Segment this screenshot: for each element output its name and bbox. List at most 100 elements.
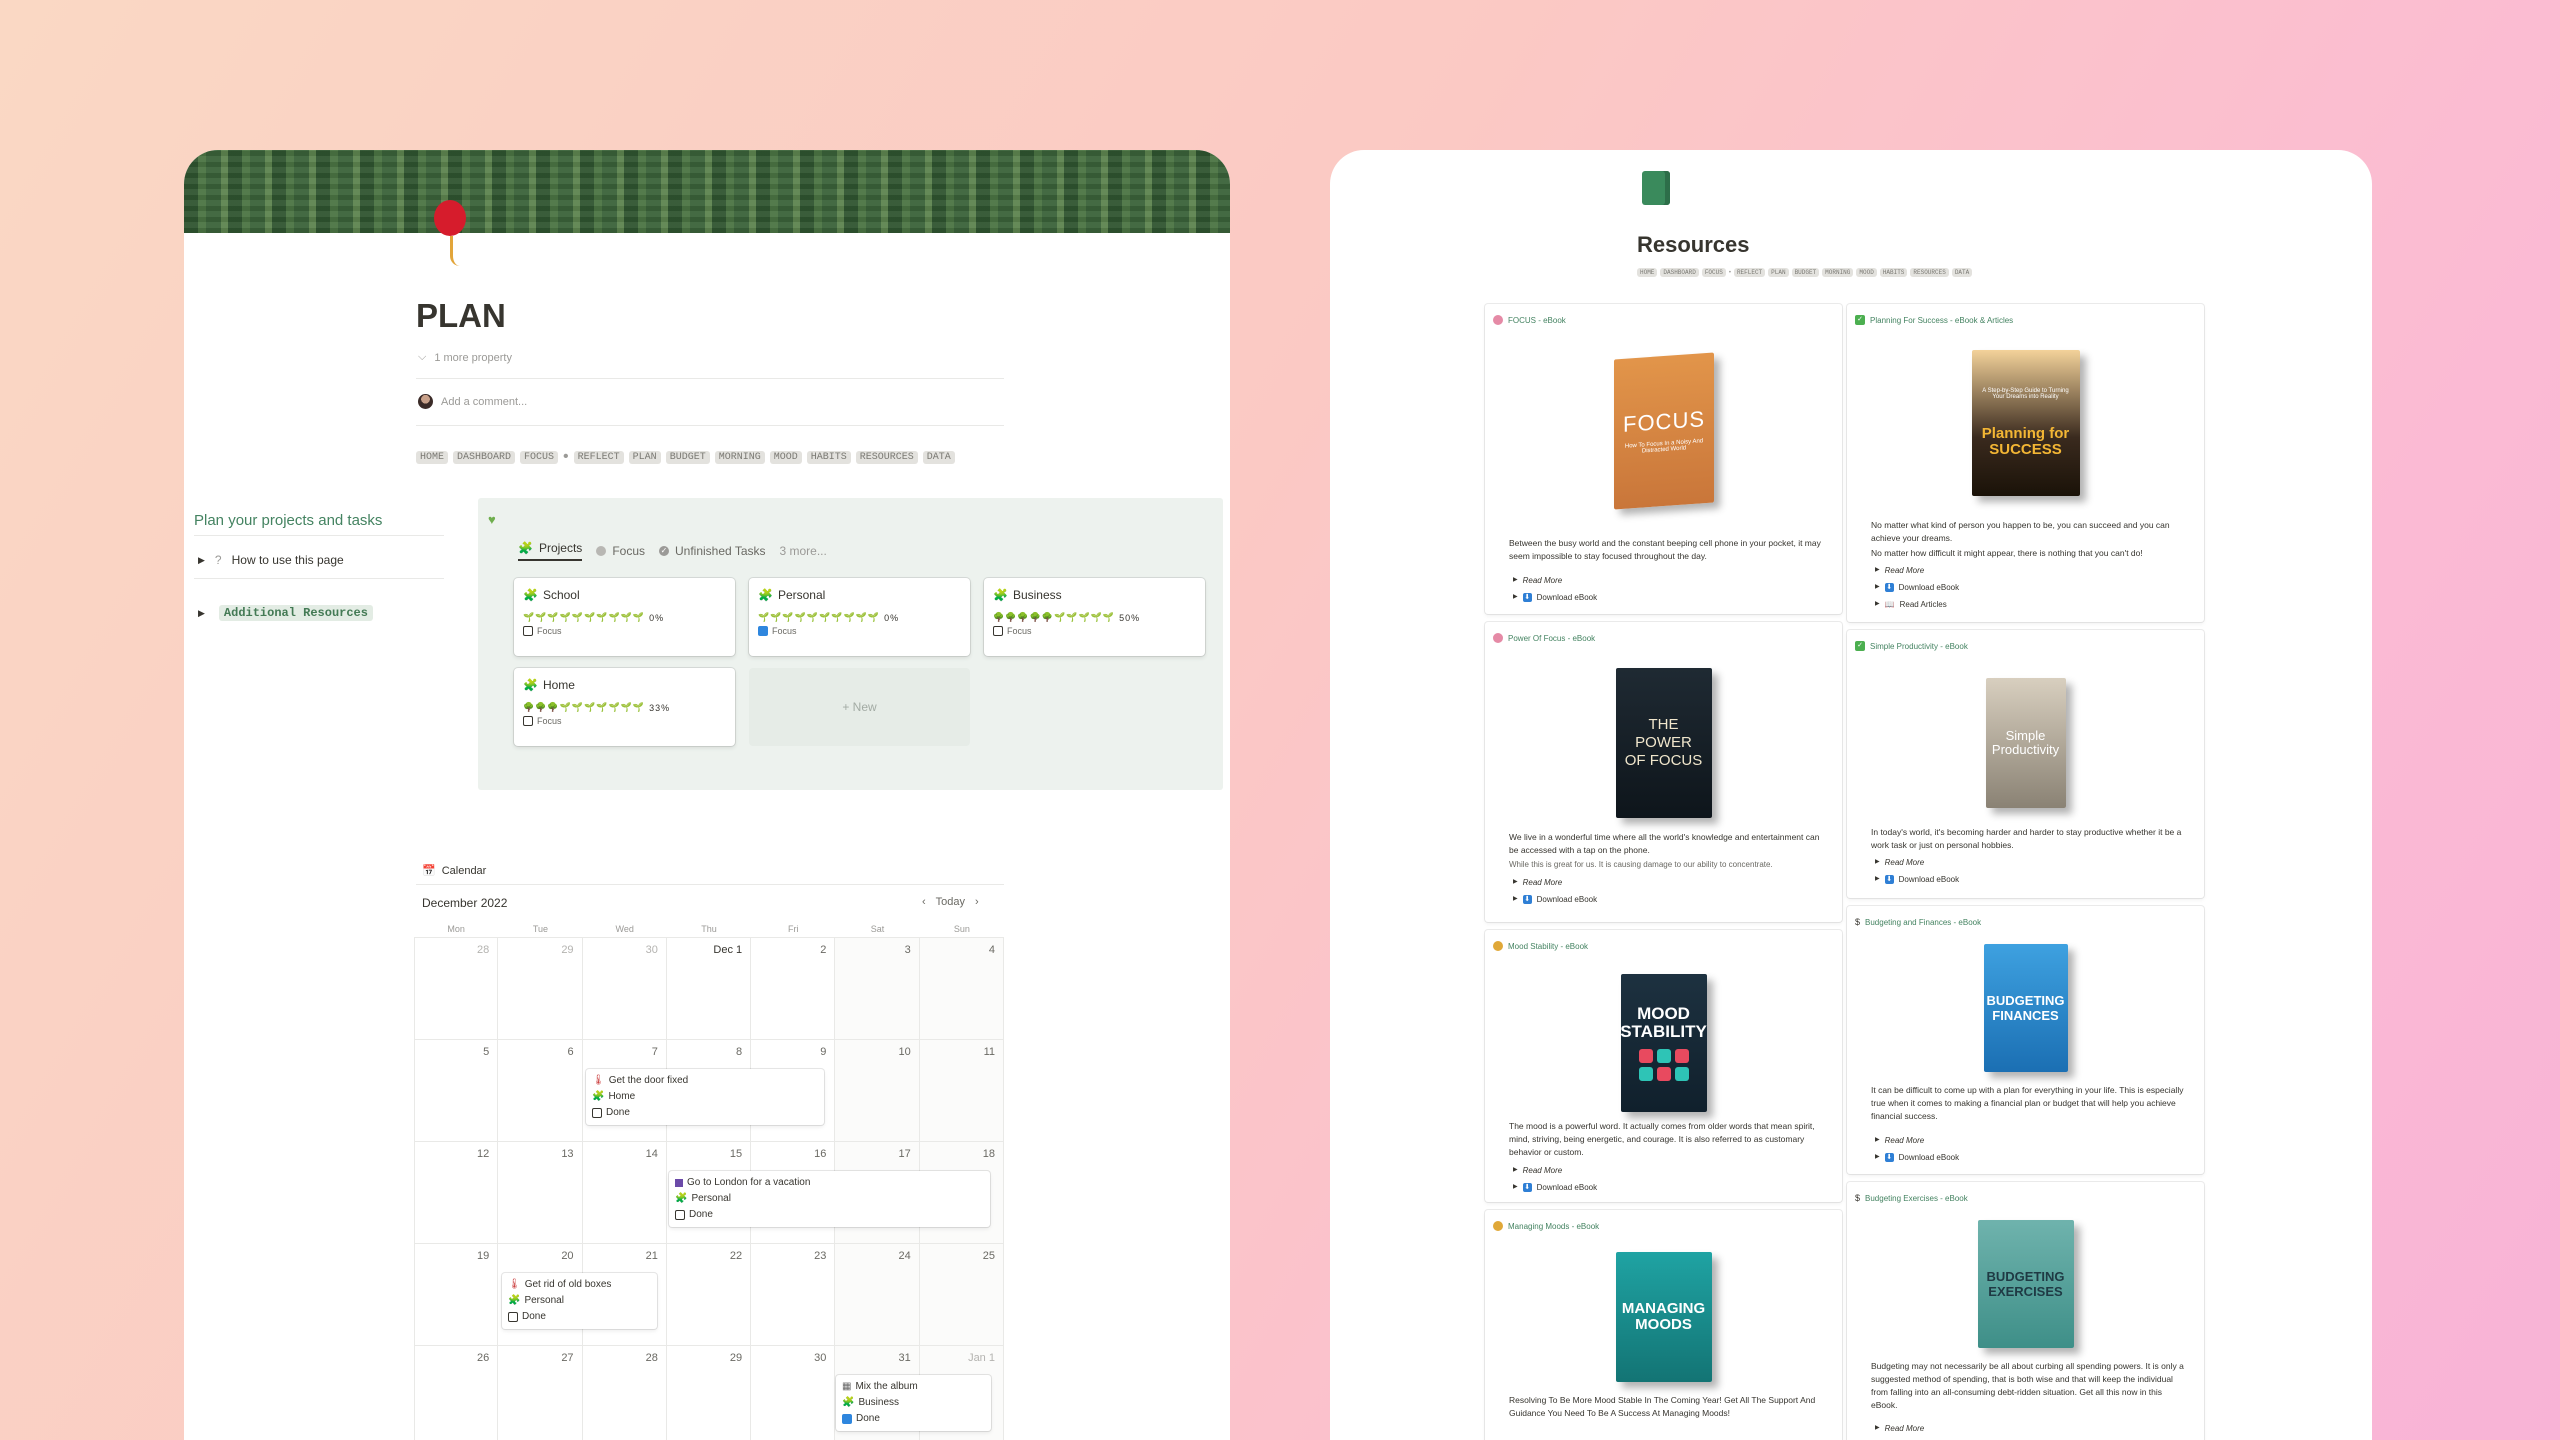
today-button[interactable]: Today [936, 896, 965, 908]
nav-habits[interactable]: HABITS [806, 450, 851, 464]
calendar-day-cell[interactable]: Dec 1 [666, 938, 752, 1040]
additional-resources-toggle[interactable]: ▶ Additional Resources [198, 605, 373, 621]
resource-card[interactable]: $ Budgeting Exercises - eBook BUDGETING E… [1847, 1182, 2204, 1440]
calendar-day-cell[interactable]: 24 [835, 1244, 920, 1346]
read-more-toggle[interactable]: ▶ Read More [1513, 874, 1597, 891]
resource-card[interactable]: ✓ Simple Productivity - eBook Simple Prod… [1847, 630, 2204, 898]
calendar-day-cell[interactable]: 4 [919, 938, 1004, 1040]
focus-checkbox[interactable] [758, 626, 768, 636]
nav-habits[interactable]: HABITS [1879, 268, 1908, 277]
calendar-day-cell[interactable]: 22 [666, 1244, 752, 1346]
nav-reflect[interactable]: REFLECT [573, 450, 624, 464]
done-checkbox[interactable] [508, 1312, 518, 1322]
project-card-business[interactable]: 🧩 Business 🌳🌳🌳🌳🌳🌱🌱🌱🌱🌱 50% Focus [984, 578, 1205, 656]
calendar-day-cell[interactable]: 23 [751, 1244, 836, 1346]
nav-home[interactable]: HOME [416, 450, 449, 464]
nav-focus[interactable]: FOCUS [520, 450, 559, 464]
project-card-school[interactable]: 🧩 School 🌱🌱🌱🌱🌱🌱🌱🌱🌱🌱 0% Focus [514, 578, 735, 656]
resource-card[interactable]: Mood Stability - eBook MOOD STABILITY Th… [1485, 930, 1842, 1202]
resource-card[interactable]: Power Of Focus - eBook THE POWER OF FOCU… [1485, 622, 1842, 922]
nav-data[interactable]: DATA [1951, 268, 1973, 277]
comment-input[interactable]: Add a comment... [441, 396, 527, 408]
calendar-view-tab[interactable]: 📅 Calendar [422, 864, 486, 878]
download-ebook-toggle[interactable]: ▶ ⬇ Download eBook [1875, 1149, 1959, 1166]
nav-plan[interactable]: PLAN [1768, 268, 1789, 277]
read-more-toggle[interactable]: ▶ Read More [1875, 1420, 1924, 1437]
focus-checkbox[interactable] [523, 626, 533, 636]
calendar-day-cell[interactable]: 28 [583, 1346, 667, 1440]
nav-mood[interactable]: MOOD [769, 450, 802, 464]
calendar-day-cell[interactable]: 10 [835, 1040, 920, 1142]
download-ebook-toggle[interactable]: ▶ ⬇ Download eBook [1513, 891, 1597, 908]
calendar-day-cell[interactable]: 27 [498, 1346, 583, 1440]
project-card-personal[interactable]: 🧩 Personal 🌱🌱🌱🌱🌱🌱🌱🌱🌱🌱 0% Focus [749, 578, 970, 656]
resource-card[interactable]: FOCUS - eBook FOCUS How To Focus In a No… [1485, 304, 1842, 614]
nav-morning[interactable]: MORNING [714, 450, 765, 464]
calendar-event[interactable]: 🌡 Get rid of old boxes 🧩 Personal Done [502, 1273, 657, 1329]
more-property-toggle[interactable]: ⌵ 1 more property [418, 351, 512, 364]
calendar-day-cell[interactable]: 13 [498, 1142, 583, 1244]
nav-home[interactable]: HOME [1637, 268, 1658, 277]
read-more-toggle[interactable]: ▶ Read More [1513, 572, 1597, 589]
book-icon[interactable] [1642, 171, 1670, 205]
read-more-toggle[interactable]: ▶ Read More [1875, 854, 1959, 871]
read-more-toggle[interactable]: ▶ Read More [1875, 1132, 1959, 1149]
download-ebook-toggle[interactable]: ▶ ⬇ Download eBook [1513, 589, 1597, 606]
calendar-day-cell[interactable]: 6 [498, 1040, 583, 1142]
read-more-toggle[interactable]: ▶ Read More [1513, 1162, 1597, 1179]
project-card-home[interactable]: 🧩 Home 🌳🌳🌳🌱🌱🌱🌱🌱🌱🌱 33% Focus [514, 668, 735, 746]
calendar-day-cell[interactable]: 30 [582, 938, 667, 1040]
calendar-event[interactable]: Go to London for a vacation 🧩 Personal Do… [669, 1171, 990, 1227]
nav-reflect[interactable]: REFLECT [1733, 268, 1766, 277]
done-checkbox[interactable] [675, 1210, 685, 1220]
nav-dashboard[interactable]: DASHBOARD [1660, 268, 1699, 277]
read-articles-toggle[interactable]: ▶ 📖 Read Articles [1875, 596, 1959, 613]
new-project-button[interactable]: + New [749, 668, 970, 746]
calendar-event[interactable]: 🌡 Get the door fixed 🧩 Home Done [586, 1069, 824, 1125]
calendar-day-cell[interactable]: 26 [414, 1346, 499, 1440]
nav-resources[interactable]: RESOURCES [1910, 268, 1949, 277]
nav-plan[interactable]: PLAN [628, 450, 661, 464]
resource-card[interactable]: $ Budgeting and Finances - eBook BUDGETIN… [1847, 906, 2204, 1174]
next-month-button[interactable]: › [975, 896, 979, 908]
focus-checkbox[interactable] [523, 716, 533, 726]
nav-morning[interactable]: MORNING [1822, 268, 1854, 277]
nav-dashboard[interactable]: DASHBOARD [453, 450, 516, 464]
download-ebook-toggle[interactable]: ▶ ⬇ Download eBook [1513, 1179, 1597, 1196]
tab-unfinished-tasks[interactable]: ✓ Unfinished Tasks [659, 544, 766, 558]
balloon-icon[interactable] [434, 200, 466, 236]
calendar-day-cell[interactable]: 29 [498, 938, 583, 1040]
nav-budget[interactable]: BUDGET [665, 450, 710, 464]
nav-resources[interactable]: RESOURCES [855, 450, 918, 464]
download-ebook-toggle[interactable]: ▶ ⬇ Download eBook [1875, 579, 1959, 596]
comment-row[interactable]: Add a comment... [418, 394, 527, 409]
calendar-day-cell[interactable]: 5 [414, 1040, 499, 1142]
focus-checkbox[interactable] [993, 626, 1003, 636]
tab-projects[interactable]: 🧩 Projects [518, 541, 583, 561]
calendar-event[interactable]: ▦ Mix the album 🧩 Business Done [836, 1375, 991, 1431]
calendar-day-cell[interactable]: 25 [919, 1244, 1004, 1346]
calendar-day-cell[interactable]: 12 [414, 1142, 499, 1244]
calendar-day-cell[interactable]: 30 [751, 1346, 836, 1440]
calendar-day-cell[interactable]: 28 [414, 938, 499, 1040]
how-to-toggle[interactable]: ▶ ? How to use this page [198, 553, 344, 567]
calendar-day-cell[interactable]: 29 [667, 1346, 752, 1440]
done-checkbox[interactable] [842, 1414, 852, 1424]
download-ebook-toggle[interactable]: ▶ ⬇ Download eBook [1875, 871, 1959, 888]
calendar-day-cell[interactable]: 19 [414, 1244, 499, 1346]
resource-card[interactable]: ✓ Planning For Success - eBook & Articles… [1847, 304, 2204, 622]
nav-mood[interactable]: MOOD [1856, 268, 1877, 277]
tab-focus[interactable]: Focus [596, 544, 645, 558]
calendar-day-cell[interactable]: 14 [582, 1142, 667, 1244]
nav-budget[interactable]: BUDGET [1791, 268, 1820, 277]
resource-card[interactable]: Managing Moods - eBook MANAGING MOODS Re… [1485, 1210, 1842, 1440]
read-more-toggle[interactable]: ▶ Read More [1875, 562, 1959, 579]
tab-more[interactable]: 3 more... [780, 544, 827, 558]
nav-data[interactable]: DATA [922, 450, 955, 464]
prev-month-button[interactable]: ‹ [922, 896, 926, 908]
calendar-day-cell[interactable]: 3 [835, 938, 920, 1040]
done-checkbox[interactable] [592, 1108, 602, 1118]
calendar-day-cell[interactable]: 11 [919, 1040, 1004, 1142]
calendar-day-cell[interactable]: 2 [751, 938, 836, 1040]
nav-focus[interactable]: FOCUS [1701, 268, 1726, 277]
